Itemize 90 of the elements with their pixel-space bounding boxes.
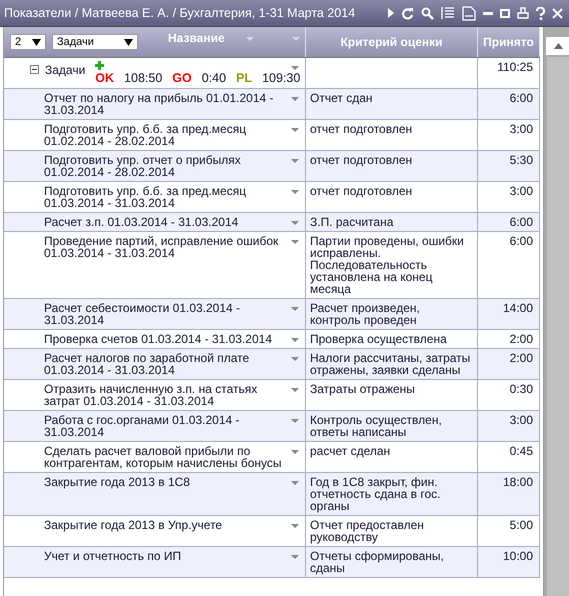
table-cell: Отчет по налогу на прибыль 01.01.2014 - 31.03.2014 bbox=[44, 91, 274, 117]
level-dropdown[interactable]: 2 bbox=[10, 34, 46, 50]
table-cell: 2:00 bbox=[510, 351, 533, 365]
caret-icon[interactable] bbox=[291, 555, 299, 559]
table-cell: Партии проведены, ошибки исправлены. Последовательность установлена на конец месяца bbox=[310, 234, 464, 296]
collapse-icon[interactable] bbox=[30, 65, 39, 74]
caret-icon[interactable] bbox=[291, 159, 299, 163]
minimize-icon[interactable] bbox=[483, 12, 493, 14]
stat-value: 108:50 bbox=[124, 72, 162, 84]
caret-icon[interactable] bbox=[291, 524, 299, 528]
caret-icon[interactable] bbox=[291, 338, 299, 342]
table-cell: Подготовить упр. отчет о прибылях 01.02.2014 - 28.02.2014 bbox=[44, 153, 241, 179]
caret-icon[interactable] bbox=[291, 97, 299, 101]
caret-icon[interactable] bbox=[291, 307, 299, 311]
table-cell: 5:00 bbox=[510, 518, 533, 532]
table-cell: 10:00 bbox=[502, 549, 533, 563]
caret-icon[interactable] bbox=[291, 221, 299, 225]
scroll-up-icon[interactable] bbox=[546, 37, 569, 55]
plus-icon[interactable] bbox=[95, 61, 104, 70]
caret-icon[interactable] bbox=[291, 419, 299, 423]
stat-value: 109:30 bbox=[262, 72, 300, 84]
table-cell: Подготовить упр. б.б. за пред.месяц 01.02.2014 - 28.02.2014 bbox=[44, 122, 246, 148]
table-cell: Проверка счетов 01.03.2014 - 31.03.2014 bbox=[44, 332, 272, 346]
window-title: Показатели / Матвеева Е. А. / Бухгалтерия, 1-31 Марта 2014 bbox=[4, 6, 356, 20]
table-cell: 3:00 bbox=[510, 122, 533, 136]
table-cell: 2:00 bbox=[510, 332, 533, 346]
table-cell: Налоги рассчитаны, затраты отражены, заявки сделаны bbox=[310, 351, 470, 377]
table-cell: 18:00 bbox=[502, 475, 533, 489]
table-cell: Расчет произведен, контроль проведен bbox=[310, 301, 420, 327]
caret-icon[interactable] bbox=[291, 128, 299, 132]
caret-icon bbox=[32, 38, 41, 46]
maximize-icon[interactable] bbox=[500, 8, 510, 18]
caret-icon[interactable] bbox=[291, 388, 299, 392]
table-cell: Проведение партий, исправление ошибок 01.03.2014 - 31.03.2014 bbox=[44, 234, 278, 260]
table-cell: Работа с гос.органами 01.03.2014 - 31.03.2014 bbox=[44, 413, 240, 439]
list-icon[interactable] bbox=[441, 7, 455, 19]
table-cell: Закрытие года 2013 в Упр.учете bbox=[44, 518, 222, 532]
table-cell: Учет и отчетность по ИП bbox=[44, 549, 182, 563]
table-cell: Подготовить упр. б.б. за пред.месяц 01.03.2014 - 31.03.2014 bbox=[44, 184, 246, 210]
table-cell: 3:00 bbox=[510, 413, 533, 427]
table-cell: 14:00 bbox=[502, 301, 533, 315]
table-cell: 3:00 bbox=[510, 184, 533, 198]
table-cell: Год в 1С8 закрыт, фин. отчетность сдана в гос. органы bbox=[310, 475, 440, 513]
group-name: Задачи bbox=[45, 64, 86, 76]
caret-icon[interactable] bbox=[291, 481, 299, 485]
caret-icon[interactable] bbox=[291, 190, 299, 194]
search-icon[interactable] bbox=[421, 6, 434, 20]
table-cell: отчет подготовлен bbox=[310, 153, 412, 167]
table-cell: Расчет себестоимости 01.03.2014 - 31.03.2014 bbox=[44, 301, 240, 327]
stat-label: GO bbox=[172, 72, 192, 84]
table-cell: Контроль осуществлен, ответы написаны bbox=[310, 413, 442, 439]
table-cell: 0:45 bbox=[510, 444, 533, 458]
help-icon[interactable] bbox=[536, 6, 545, 20]
caret-icon[interactable] bbox=[291, 357, 299, 361]
table-cell: Проверка осуществлена bbox=[310, 332, 447, 346]
column-title: Название bbox=[168, 31, 225, 45]
table-cell: Сделать расчет валовой прибыли по контрагентам, которым начислены бонусы bbox=[44, 444, 282, 470]
close-icon[interactable] bbox=[552, 8, 563, 18]
table-cell: Расчет з.п. 01.03.2014 - 31.03.2014 bbox=[44, 215, 238, 229]
table-cell: Отчет сдан bbox=[310, 91, 372, 105]
scrollbar[interactable] bbox=[543, 27, 569, 596]
stat-label: PL bbox=[236, 72, 252, 84]
table-cell: Затраты отражены bbox=[310, 382, 415, 396]
table-cell: 5:30 bbox=[510, 153, 533, 167]
caret-icon[interactable] bbox=[291, 450, 299, 454]
table-cell: Отчеты сформированы, сданы bbox=[310, 549, 444, 575]
table-cell: Отразить начисленную з.п. на статьях затрат 01.03.2014 - 31.03.2014 bbox=[44, 382, 258, 408]
type-dropdown[interactable]: Задачи bbox=[52, 34, 138, 50]
document-icon[interactable] bbox=[462, 6, 476, 20]
table-cell: З.П. расчитана bbox=[310, 215, 394, 229]
table-cell: Расчет налогов по заработной плате 01.03.2014 - 31.03.2014 bbox=[44, 351, 250, 377]
table-cell: отчет подготовлен bbox=[310, 184, 412, 198]
caret-icon[interactable] bbox=[291, 66, 299, 70]
table-cell: 6:00 bbox=[510, 91, 533, 105]
table-cell: 6:00 bbox=[510, 234, 533, 248]
table-cell: расчет сделан bbox=[310, 444, 390, 458]
refresh-icon[interactable] bbox=[401, 6, 414, 20]
table-cell: 110:25 bbox=[478, 58, 540, 88]
table-cell: 6:00 bbox=[510, 215, 533, 229]
print-icon[interactable] bbox=[517, 7, 529, 19]
play-icon[interactable] bbox=[388, 8, 394, 18]
stat-value: 0:40 bbox=[202, 72, 226, 84]
table-cell: 0:30 bbox=[510, 382, 533, 396]
table-cell: отчет подготовлен bbox=[310, 122, 412, 136]
caret-icon bbox=[124, 38, 133, 46]
stat-label: OK bbox=[95, 72, 114, 84]
caret-icon[interactable] bbox=[291, 240, 299, 244]
column-header[interactable]: 2 Задачи Название bbox=[4, 27, 306, 57]
table-cell: Закрытие года 2013 в 1С8 bbox=[44, 475, 190, 489]
table-cell: Отчет предоставлен руководству bbox=[310, 518, 424, 544]
